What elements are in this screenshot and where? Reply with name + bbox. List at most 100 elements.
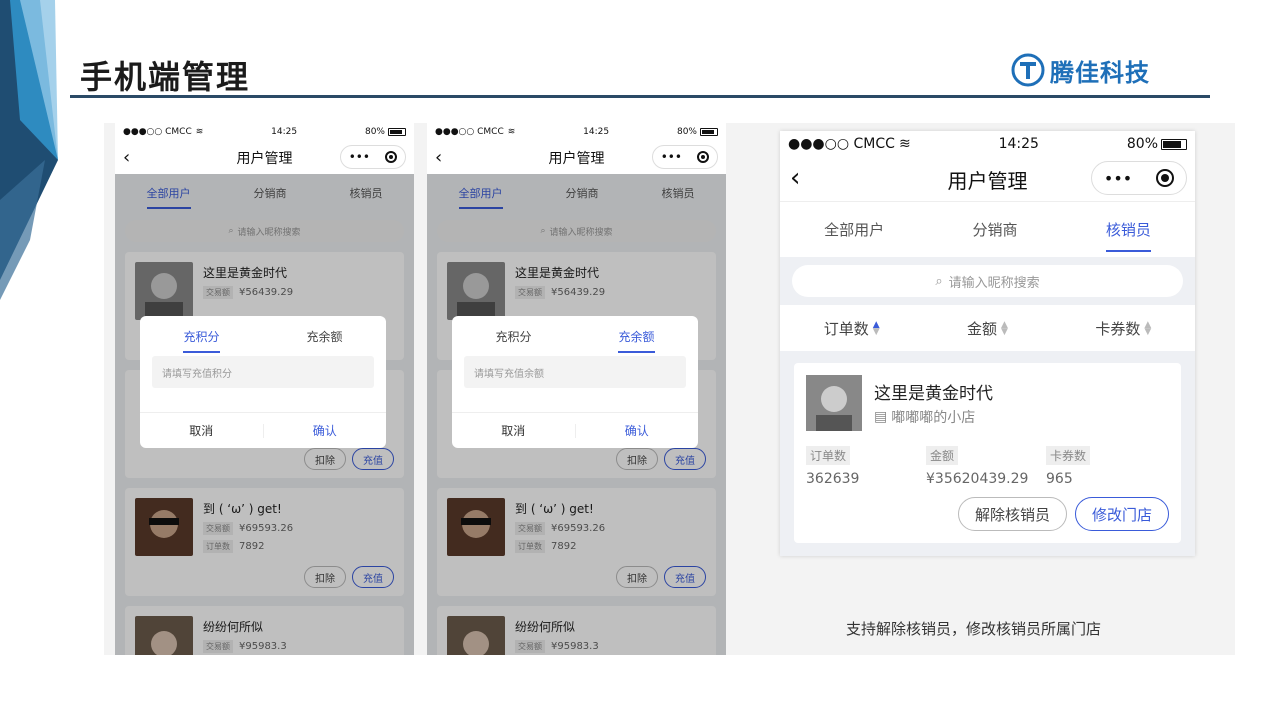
- close-miniprogram-icon[interactable]: [1156, 169, 1175, 187]
- balance-input[interactable]: 请填写充值余额: [464, 356, 686, 388]
- wifi-icon: ≋: [195, 127, 204, 137]
- sort-orders-label: 订单数: [823, 319, 869, 338]
- status-bar: ●●●○○ CMCC ≋ 14:25 80%: [780, 131, 1195, 157]
- tab-recharge-points[interactable]: 充积分: [495, 328, 531, 345]
- verifier-shop: ▤ 嘟嘟嘟的小店: [874, 407, 975, 427]
- cancel-button[interactable]: 取消: [452, 422, 575, 439]
- stat-value: 965: [1046, 471, 1073, 487]
- phone-screen-balance: ●●●○○ CMCC ≋ 14:25 80% ‹ 用户管理 ••• 全部用户 分销…: [427, 123, 726, 655]
- recharge-balance-dialog: 充积分 充余额 请填写充值余额 取消 确认: [452, 316, 698, 448]
- phone-screen-verifiers: ●●●○○ CMCC ≋ 14:25 80% ‹ 用户管理 ••• 全部用户 分销…: [780, 131, 1195, 556]
- tab-recharge-balance[interactable]: 充余额: [306, 328, 342, 345]
- battery-level: 80%: [1126, 136, 1158, 152]
- tab-recharge-balance[interactable]: 充余额: [618, 328, 655, 353]
- unbind-verifier-button[interactable]: 解除核销员: [957, 497, 1067, 531]
- tab-verifiers[interactable]: 核销员: [1105, 219, 1151, 252]
- battery-icon: [1161, 138, 1187, 150]
- back-icon[interactable]: ‹: [790, 163, 800, 193]
- confirm-button[interactable]: 确认: [264, 422, 387, 439]
- stat-amount: 金额 ¥35620439.29: [926, 445, 1028, 487]
- search-bar: ⌕ 请输入昵称搜索: [780, 257, 1195, 305]
- search-placeholder: 请输入昵称搜索: [948, 275, 1040, 291]
- modify-shop-button[interactable]: 修改门店: [1074, 497, 1169, 531]
- battery-level: 80%: [676, 127, 697, 137]
- page-title: 手机端管理: [80, 58, 251, 96]
- battery-level: 80%: [364, 127, 385, 137]
- stat-coupons: 卡券数 965: [1046, 445, 1091, 487]
- tab-all-users[interactable]: 全部用户: [824, 219, 884, 240]
- stat-orders: 订单数 362639: [806, 445, 859, 487]
- more-icon[interactable]: •••: [349, 150, 370, 164]
- sort-orders[interactable]: 订单数 ▲ ▼: [824, 318, 880, 339]
- nav-title: 用户管理: [947, 168, 1028, 193]
- sort-arrows-icon: ▲ ▼: [1144, 320, 1152, 337]
- nav-bar: ‹ 用户管理 •••: [427, 141, 726, 174]
- dialog-tabs: 充积分 充余额: [452, 316, 698, 356]
- clock: 14:25: [271, 127, 298, 137]
- decorative-shards: [0, 0, 58, 300]
- tab-distributors[interactable]: 分销商: [972, 219, 1017, 240]
- nav-title: 用户管理: [236, 150, 293, 167]
- nav-title: 用户管理: [548, 150, 605, 167]
- close-miniprogram-icon[interactable]: [385, 151, 398, 163]
- battery-icon: [700, 128, 718, 136]
- sort-coupons[interactable]: 卡券数 ▲ ▼: [1095, 318, 1151, 339]
- card-actions: 解除核销员 修改门店: [957, 497, 1169, 531]
- wifi-icon: ≋: [898, 136, 911, 152]
- sort-amount[interactable]: 金额 ▲ ▼: [967, 318, 1008, 339]
- carrier-signal: ●●●○○ CMCC ≋: [788, 136, 911, 152]
- shop-icon: ▤: [874, 409, 888, 425]
- carrier-signal: ●●●○○ CMCC ≋: [123, 127, 203, 137]
- close-miniprogram-icon[interactable]: [697, 151, 710, 163]
- status-bar: ●●●○○ CMCC ≋ 14:25 80%: [115, 123, 414, 141]
- sort-bar: 订单数 ▲ ▼ 金额 ▲ ▼ 卡券数 ▲ ▼: [780, 305, 1195, 351]
- battery-icon: [388, 128, 406, 136]
- capsule-menu: •••: [652, 145, 718, 169]
- dialog-tabs: 充积分 充余额: [140, 316, 386, 356]
- back-icon[interactable]: ‹: [123, 147, 130, 168]
- carrier: ●●●○○ CMCC: [123, 127, 192, 137]
- back-icon[interactable]: ‹: [435, 147, 442, 168]
- logo-icon: [1011, 53, 1045, 87]
- clock: 14:25: [998, 136, 1039, 152]
- recharge-points-dialog: 充积分 充余额 请填写充值积分 取消 确认: [140, 316, 386, 448]
- more-icon[interactable]: •••: [661, 150, 682, 164]
- title-divider: [70, 95, 1210, 98]
- more-icon[interactable]: •••: [1104, 169, 1132, 188]
- verifier-card: 这里是黄金时代 ▤ 嘟嘟嘟的小店 订单数 362639 金额 ¥35620439.29…: [794, 363, 1181, 543]
- phone-screen-points: ●●●○○ CMCC ≋ 14:25 80% ‹ 用户管理 ••• 全部用户 分销…: [115, 123, 414, 655]
- capsule-menu: •••: [1091, 161, 1187, 195]
- verifier-name: 这里是黄金时代: [874, 384, 993, 404]
- dialog-footer: 取消 确认: [140, 412, 386, 448]
- company-logo: 腾佳科技: [1010, 52, 1150, 88]
- confirm-button[interactable]: 确认: [576, 422, 699, 439]
- nav-bar: ‹ 用户管理 •••: [780, 157, 1195, 201]
- battery: 80%: [365, 127, 406, 137]
- battery: 80%: [1127, 136, 1187, 152]
- capsule-menu: •••: [340, 145, 406, 169]
- battery: 80%: [677, 127, 718, 137]
- search-icon: ⌕: [935, 273, 943, 289]
- points-input[interactable]: 请填写充值积分: [152, 356, 374, 388]
- carrier-signal: ●●●○○ CMCC ≋: [435, 127, 515, 137]
- verifier-list: 这里是黄金时代 ▤ 嘟嘟嘟的小店 订单数 362639 金额 ¥35620439.29…: [780, 351, 1195, 556]
- sort-arrows-icon: ▲ ▼: [872, 320, 880, 337]
- carrier: ●●●○○ CMCC: [435, 127, 504, 137]
- sort-coupons-label: 卡券数: [1095, 319, 1141, 338]
- tab-recharge-points[interactable]: 充积分: [183, 328, 220, 353]
- slide: 手机端管理 腾佳科技 ●●●○○ CMCC ≋ 14:25 80% ‹ 用户管理 …: [0, 0, 1280, 720]
- logo-text: 腾佳科技: [1050, 58, 1150, 87]
- stat-value: 362639: [806, 471, 860, 487]
- cancel-button[interactable]: 取消: [140, 422, 263, 439]
- stat-label: 订单数: [806, 446, 851, 465]
- avatar: [806, 375, 862, 431]
- search-input[interactable]: ⌕ 请输入昵称搜索: [792, 265, 1183, 297]
- shop-name: 嘟嘟嘟的小店: [891, 410, 976, 426]
- stat-label: 金额: [926, 446, 959, 465]
- sort-arrows-icon: ▲ ▼: [1001, 320, 1008, 337]
- stat-label: 卡券数: [1046, 446, 1091, 465]
- nav-bar: ‹ 用户管理 •••: [115, 141, 414, 174]
- carrier: ●●●○○ CMCC: [788, 136, 895, 152]
- dialog-footer: 取消 确认: [452, 412, 698, 448]
- slide-caption: 支持解除核销员，修改核销员所属门店: [846, 620, 1102, 638]
